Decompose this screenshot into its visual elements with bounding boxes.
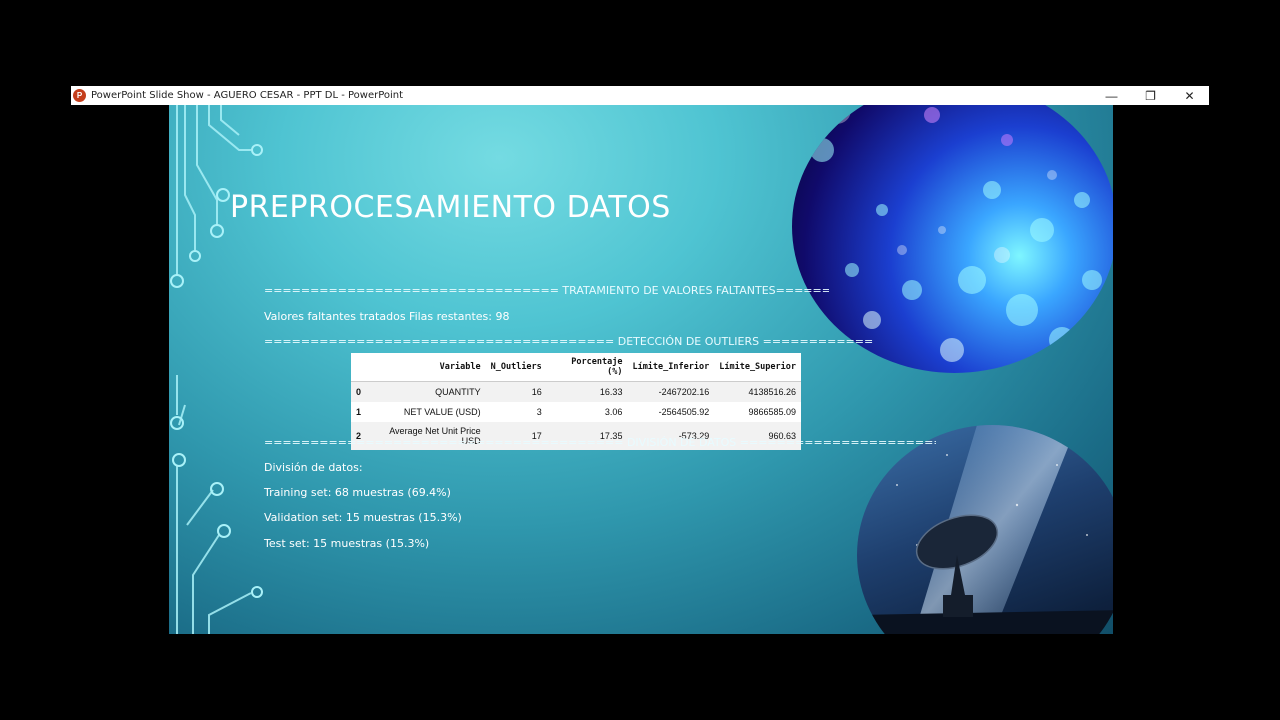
window-controls: — ❐ ✕: [1092, 86, 1209, 105]
table-row: 0 QUANTITY 16 16.33 -2467202.16 4138516.…: [351, 381, 801, 402]
table-cell: 4138516.26: [714, 381, 801, 402]
division-title: División de datos:: [264, 461, 363, 474]
table-header-variable: Variable: [366, 353, 486, 382]
table-cell: NET VALUE (USD): [403, 407, 481, 417]
powerpoint-icon: P: [73, 89, 86, 102]
table-cell: 16: [485, 381, 547, 402]
close-button[interactable]: ✕: [1170, 86, 1209, 105]
missing-values-separator: ================================ TRATAMI…: [264, 284, 829, 297]
bokeh-light-image: [792, 105, 1113, 373]
table-header-index: [351, 353, 367, 382]
table-cell: 1: [356, 407, 362, 417]
circuit-decoration: [170, 105, 263, 634]
table-cell: -2564505.92: [658, 407, 710, 417]
table-cell: -2467202.16: [627, 381, 715, 402]
validation-set-text: Validation set: 15 muestras (15.3%): [264, 511, 462, 524]
table-cell: QUANTITY: [366, 381, 486, 402]
table-header-upper-limit: Límite_Superior: [714, 353, 801, 382]
table-row: 1 NET VALUE (USD) 3 3.06 -2564505.92 986…: [351, 402, 801, 422]
table-cell: 0: [351, 381, 367, 402]
test-set-text: Test set: 15 muestras (15.3%): [264, 537, 430, 550]
minimize-button[interactable]: —: [1092, 86, 1131, 105]
table-cell: 3.06: [604, 407, 623, 417]
window-titlebar: P PowerPoint Slide Show - AGUERO CESAR -…: [71, 86, 1209, 105]
slide[interactable]: PREPROCESAMIENTO DATOS =================…: [169, 105, 1113, 634]
table-header-percentage: Porcentaje (%): [546, 353, 628, 382]
table-cell: 9866585.09: [748, 407, 796, 417]
table-header-n-outliers: N_Outliers: [485, 353, 547, 382]
slide-title: PREPROCESAMIENTO DATOS: [230, 190, 671, 225]
table-header-lower-limit: Límite_Inferior: [627, 353, 715, 382]
table-cell: 3: [536, 407, 542, 417]
missing-values-result: Valores faltantes tratados Filas restant…: [264, 310, 510, 323]
table-header-row: Variable N_Outliers Porcentaje (%) Límit…: [351, 353, 801, 382]
radio-telescope-image: [857, 425, 1113, 634]
table-cell: 16.33: [546, 381, 628, 402]
outliers-separator: ====================================== D…: [264, 335, 874, 348]
training-set-text: Training set: 68 muestras (69.4%): [264, 486, 451, 499]
restore-button[interactable]: ❐: [1131, 86, 1170, 105]
division-separator: ======================================= …: [264, 436, 936, 449]
window-title: PowerPoint Slide Show - AGUERO CESAR - P…: [91, 90, 404, 101]
